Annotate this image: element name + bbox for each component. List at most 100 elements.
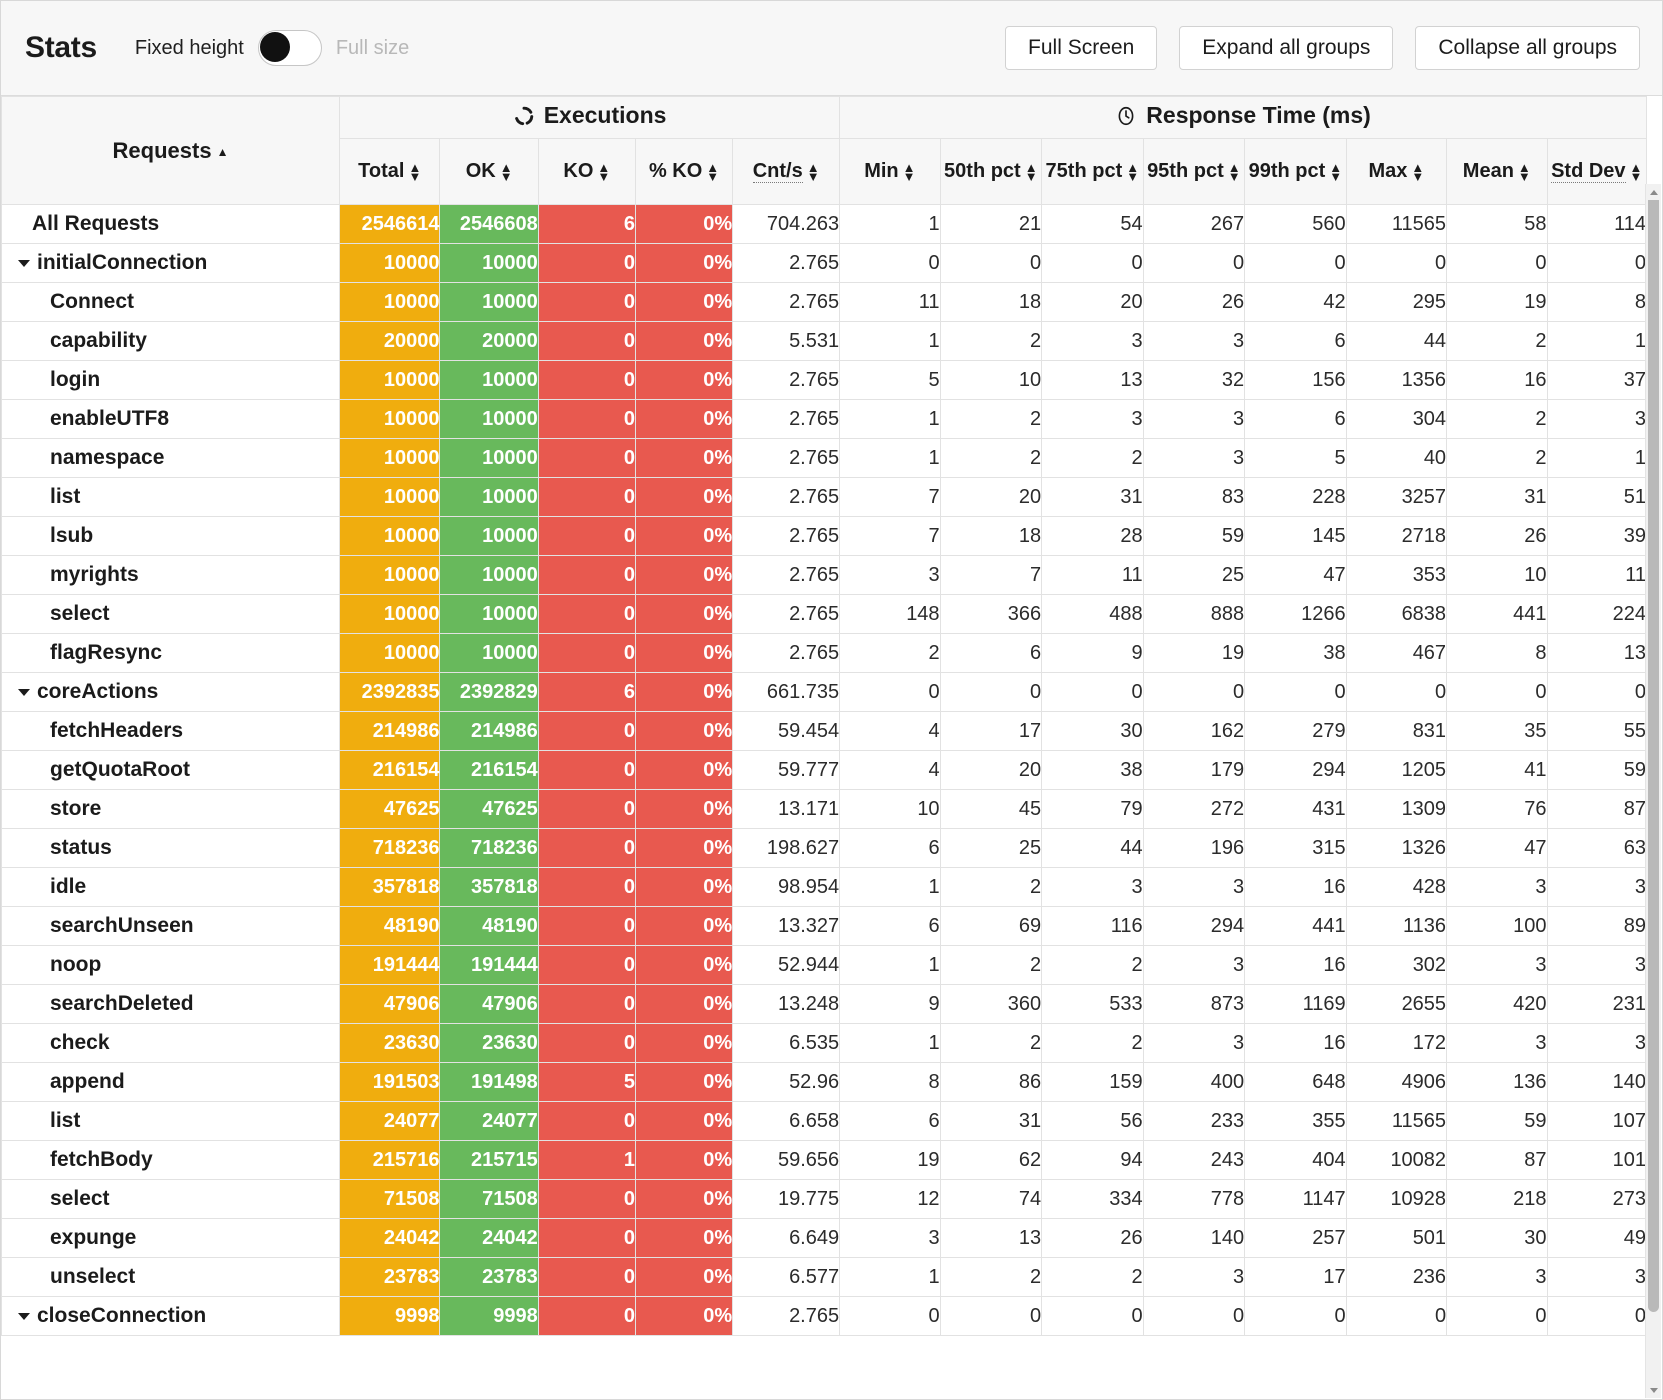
cell-p99: 6: [1244, 321, 1347, 361]
table-row[interactable]: list 10000 10000 0 0% 2.765 7 20 31 83 228 3257 31 51: [1, 477, 1647, 517]
cell-std: 37: [1546, 360, 1647, 400]
cell-total: 24042: [339, 1218, 441, 1258]
row-label-cell[interactable]: getQuotaRoot: [1, 750, 341, 790]
table-row[interactable]: lsub 10000 10000 0 0% 2.765 7 18 28 59 145 2718 26 39: [1, 516, 1647, 556]
column-header-mean[interactable]: Mean ▲ ▼: [1446, 138, 1548, 205]
table-row[interactable]: noop 191444 191444 0 0% 52.944 1 2 2 3 16 302 3 3: [1, 945, 1647, 985]
table-row[interactable]: list 24077 24077 0 0% 6.658 6 31 56 233 355 11565 59…: [1, 1101, 1647, 1141]
row-label-cell[interactable]: coreActions: [1, 672, 341, 712]
column-header-requests[interactable]: Requests ▲: [1, 96, 341, 205]
row-label-cell[interactable]: closeConnection: [1, 1296, 341, 1336]
table-row[interactable]: namespace 10000 10000 0 0% 2.765 1 2 2 3 5 40 2 1: [1, 438, 1647, 478]
cell-ko: 0: [537, 711, 636, 751]
table-row[interactable]: All Requests 2546614 2546608 6 0% 704.263 1 21 5…: [1, 204, 1647, 244]
table-row[interactable]: fetchBody 215716 215715 1 0% 59.656 19 62 94 243 4…: [1, 1140, 1647, 1180]
table-row[interactable]: select 71508 71508 0 0% 19.775 12 74 334 778 1147 1…: [1, 1179, 1647, 1219]
table-row[interactable]: capability 20000 20000 0 0% 5.531 1 2 3 3 6 44 2 1: [1, 321, 1647, 361]
scroll-down-button[interactable]: [1646, 1382, 1661, 1398]
scroll-up-button[interactable]: [1646, 184, 1661, 200]
row-label-cell[interactable]: enableUTF8: [1, 399, 341, 439]
stats-table-scroll-area: Requests ▲ Executions Response Time (ms)…: [1, 96, 1662, 1399]
col-label-pct-ko: % KO: [648, 160, 703, 182]
table-row[interactable]: myrights 10000 10000 0 0% 2.765 3 7 11 25 47 353 10 1…: [1, 555, 1647, 595]
cell-p50: 74: [939, 1179, 1043, 1219]
row-label-cell[interactable]: list: [1, 1101, 341, 1141]
table-row[interactable]: fetchHeaders 214986 214986 0 0% 59.454 4 17 30 16…: [1, 711, 1647, 751]
vertical-scrollbar[interactable]: [1645, 184, 1661, 1398]
column-header-95th-pct[interactable]: 95th pct ▲ ▼: [1142, 138, 1246, 205]
caret-down-icon[interactable]: [18, 688, 30, 696]
cell-p75: 488: [1041, 594, 1144, 634]
row-label-cell[interactable]: namespace: [1, 438, 341, 478]
column-header-pct-ko[interactable]: % KO ▲ ▼: [634, 138, 734, 205]
table-row[interactable]: Connect 10000 10000 0 0% 2.765 11 18 20 26 42 295 19…: [1, 282, 1647, 322]
expand-all-groups-button[interactable]: Expand all groups: [1179, 26, 1394, 70]
row-label-cell[interactable]: status: [1, 828, 341, 868]
row-label-cell[interactable]: initialConnection: [1, 243, 341, 283]
row-label-cell[interactable]: list: [1, 477, 341, 517]
table-row[interactable]: status 718236 718236 0 0% 198.627 6 25 44 196 315 1…: [1, 828, 1647, 868]
scrollbar-thumb[interactable]: [1648, 184, 1659, 1312]
row-label-cell[interactable]: capability: [1, 321, 341, 361]
table-row[interactable]: login 10000 10000 0 0% 2.765 5 10 13 32 156 1356 16 3…: [1, 360, 1647, 400]
row-label-cell[interactable]: append: [1, 1062, 341, 1102]
row-label-cell[interactable]: idle: [1, 867, 341, 907]
row-label-cell[interactable]: fetchHeaders: [1, 711, 341, 751]
table-row[interactable]: getQuotaRoot 216154 216154 0 0% 59.777 4 20 38 17…: [1, 750, 1647, 790]
row-label-cell[interactable]: Connect: [1, 282, 341, 322]
row-label-cell[interactable]: unselect: [1, 1257, 341, 1297]
table-row[interactable]: flagResync 10000 10000 0 0% 2.765 2 6 9 19 38 467 8 1…: [1, 633, 1647, 673]
row-label-cell[interactable]: lsub: [1, 516, 341, 556]
column-header-min[interactable]: Min ▲ ▼: [839, 138, 941, 205]
row-label-cell[interactable]: searchDeleted: [1, 984, 341, 1024]
row-label-cell[interactable]: myrights: [1, 555, 341, 595]
column-header-75th-pct[interactable]: 75th pct ▲ ▼: [1041, 138, 1144, 205]
table-row[interactable]: select 10000 10000 0 0% 2.765 148 366 488 888 1266…: [1, 594, 1647, 634]
stats-table-body: All Requests 2546614 2546608 6 0% 704.263 1 21 5…: [1, 204, 1647, 1336]
table-row[interactable]: check 23630 23630 0 0% 6.535 1 2 2 3 16 172 3 3: [1, 1023, 1647, 1063]
caret-down-icon[interactable]: [18, 259, 30, 267]
table-row[interactable]: initialConnection 10000 10000 0 0% 2.765 0 0 0 0 0…: [1, 243, 1647, 283]
collapse-all-groups-button[interactable]: Collapse all groups: [1415, 26, 1640, 70]
column-header-99th-pct[interactable]: 99th pct ▲ ▼: [1244, 138, 1347, 205]
row-label-cell[interactable]: noop: [1, 945, 341, 985]
column-header-cnt-per-s[interactable]: Cnt/s ▲ ▼: [732, 138, 841, 205]
cell-p50: 21: [939, 204, 1043, 244]
full-screen-button[interactable]: Full Screen: [1005, 26, 1158, 70]
cell-max: 302: [1345, 945, 1448, 985]
cell-max: 3257: [1345, 477, 1448, 517]
row-label-cell[interactable]: expunge: [1, 1218, 341, 1258]
table-row[interactable]: expunge 24042 24042 0 0% 6.649 3 13 26 140 257 501 3…: [1, 1218, 1647, 1258]
column-header-total[interactable]: Total ▲ ▼: [339, 138, 441, 205]
response-time-group-label: Response Time (ms): [1146, 102, 1371, 129]
table-row[interactable]: searchUnseen 48190 48190 0 0% 13.327 6 69 116 294…: [1, 906, 1647, 946]
column-header-std-dev[interactable]: Std Dev ▲ ▼: [1546, 138, 1647, 205]
column-group-response-time: Response Time (ms): [839, 96, 1647, 139]
row-label-cell[interactable]: searchUnseen: [1, 906, 341, 946]
row-label-cell[interactable]: select: [1, 1179, 341, 1219]
row-label: idle: [50, 875, 87, 898]
row-label-cell[interactable]: login: [1, 360, 341, 400]
sort-arrows-icon: ▲ ▼: [408, 159, 422, 184]
column-header-ko[interactable]: KO ▲ ▼: [537, 138, 636, 205]
row-label-cell[interactable]: select: [1, 594, 341, 634]
table-row[interactable]: enableUTF8 10000 10000 0 0% 2.765 1 2 3 3 6 304 2 3: [1, 399, 1647, 439]
caret-down-icon[interactable]: [18, 1312, 30, 1320]
row-label-cell[interactable]: fetchBody: [1, 1140, 341, 1180]
column-header-ok[interactable]: OK ▲ ▼: [439, 138, 539, 205]
row-label-cell[interactable]: check: [1, 1023, 341, 1063]
cell-ok: 10000: [439, 594, 539, 634]
table-row[interactable]: unselect 23783 23783 0 0% 6.577 1 2 2 3 17 236 3 3: [1, 1257, 1647, 1297]
table-row[interactable]: store 47625 47625 0 0% 13.171 10 45 79 272 431 1309…: [1, 789, 1647, 829]
table-row[interactable]: searchDeleted 47906 47906 0 0% 13.248 9 360 533 8…: [1, 984, 1647, 1024]
table-row[interactable]: idle 357818 357818 0 0% 98.954 1 2 3 3 16 428 3 3: [1, 867, 1647, 907]
column-header-max[interactable]: Max ▲ ▼: [1345, 138, 1448, 205]
row-label-cell[interactable]: store: [1, 789, 341, 829]
table-row[interactable]: coreActions 2392835 2392829 6 0% 661.735 0 0 0 0 0…: [1, 672, 1647, 712]
table-row[interactable]: append 191503 191498 5 0% 52.96 8 86 159 400 648 49…: [1, 1062, 1647, 1102]
column-header-50th-pct[interactable]: 50th pct ▲ ▼: [939, 138, 1043, 205]
height-mode-switch[interactable]: [257, 30, 322, 66]
table-row[interactable]: closeConnection 9998 9998 0 0% 2.765 0 0 0 0 0 0 0 0: [1, 1296, 1647, 1336]
row-label-cell[interactable]: flagResync: [1, 633, 341, 673]
row-label-cell[interactable]: All Requests: [1, 204, 341, 244]
